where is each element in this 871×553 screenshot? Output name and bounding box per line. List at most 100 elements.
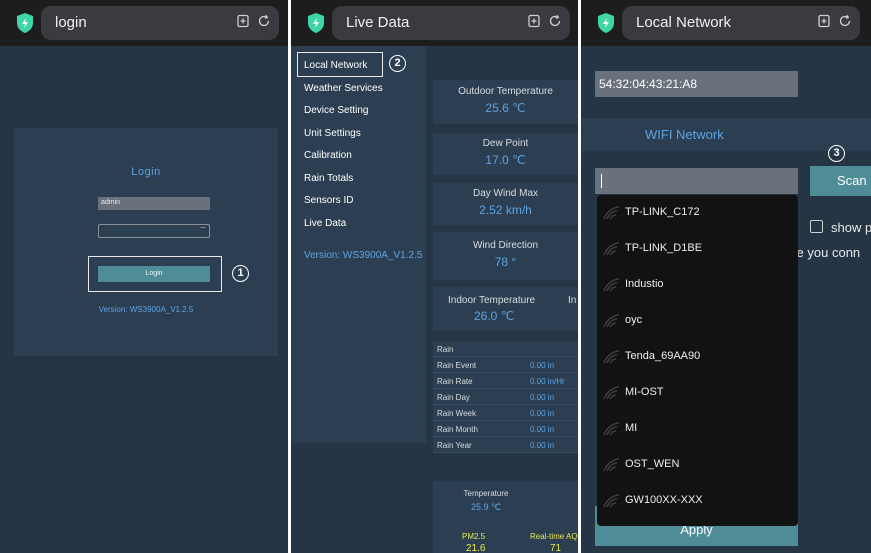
rain-year-label: Rain Year bbox=[437, 441, 472, 450]
network-option[interactable]: TP-LINK_C172 bbox=[597, 195, 798, 231]
login-heading: Login bbox=[131, 166, 161, 178]
sidebar-item-weather-services[interactable]: Weather Services bbox=[304, 83, 383, 94]
network-ssid: Tenda_69AA90 bbox=[625, 350, 701, 362]
day-wind-max-label: Day Wind Max bbox=[472, 188, 538, 199]
network-option[interactable]: GW100XX-XXX bbox=[597, 483, 798, 519]
wifi-signal-icon bbox=[603, 422, 620, 436]
wifi-signal-icon bbox=[603, 242, 620, 256]
wind-direction-card: Wind Direction 78 ° bbox=[433, 232, 578, 280]
version-label: Version: WS3900A_V1.2.5 bbox=[304, 250, 423, 261]
network-ssid: MI bbox=[625, 422, 638, 434]
shield-app-icon bbox=[308, 13, 324, 33]
rain-month-value: 0.00 in bbox=[530, 425, 555, 434]
temperature-label: Temperature bbox=[463, 489, 509, 498]
realtime-aq-label: Real-time AQ bbox=[530, 532, 578, 541]
sidebar-item-calibration[interactable]: Calibration bbox=[304, 150, 352, 161]
realtime-aq-value: 71 bbox=[550, 543, 562, 553]
wifi-section-header: WIFI Network bbox=[581, 118, 871, 151]
refresh-icon[interactable] bbox=[548, 14, 562, 33]
wifi-signal-icon bbox=[603, 278, 620, 292]
rain-event-value: 0.00 in bbox=[530, 361, 555, 370]
wifi-network-title: WIFI Network bbox=[645, 127, 724, 142]
network-ssid: Industio bbox=[625, 278, 664, 290]
network-ssid: TP-LINK_D1BE bbox=[625, 242, 703, 254]
network-option[interactable]: MI-OST bbox=[597, 375, 798, 411]
refresh-icon[interactable] bbox=[838, 14, 852, 33]
sidebar-item-live-data[interactable]: Live Data bbox=[304, 218, 346, 229]
sidebar-menu: Local Network Weather Services Device Se… bbox=[291, 46, 426, 443]
network-ssid: GW100XX-XXX bbox=[625, 494, 703, 506]
text-caret bbox=[601, 174, 602, 188]
bookmark-add-icon[interactable] bbox=[236, 14, 250, 33]
table-row: Rain Week 0.00 in bbox=[433, 405, 578, 421]
wifi-signal-icon bbox=[603, 386, 620, 400]
sidebar-item-sensors-id[interactable]: Sensors ID bbox=[304, 195, 353, 206]
wifi-signal-icon bbox=[603, 206, 620, 220]
table-row: Rain Month 0.00 in bbox=[433, 421, 578, 437]
wind-direction-value: 78 ° bbox=[494, 255, 517, 269]
network-ssid: MI-OST bbox=[625, 386, 664, 398]
address-bar[interactable]: login bbox=[41, 6, 279, 40]
mac-address-field: 54:32:04:43:21:A8 bbox=[595, 71, 798, 97]
temperature-value: 25.9 ℃ bbox=[470, 502, 502, 512]
rain-header-label: Rain bbox=[437, 345, 454, 354]
rain-week-value: 0.00 in bbox=[530, 409, 555, 418]
dew-point-card: Dew Point 17.0 ℃ bbox=[433, 133, 578, 175]
rain-rate-label: Rain Rate bbox=[437, 377, 473, 386]
sidebar-item-unit-settings[interactable]: Unit Settings bbox=[304, 128, 361, 139]
network-option[interactable]: TP-LINK_D1BE bbox=[597, 231, 798, 267]
dew-point-label: Dew Point bbox=[482, 138, 529, 149]
address-bar[interactable]: Live Data bbox=[332, 6, 570, 40]
network-option[interactable]: Industio bbox=[597, 267, 798, 303]
refresh-icon[interactable] bbox=[257, 14, 271, 33]
wifi-signal-icon bbox=[603, 494, 620, 508]
login-card: Login admin ⌣ Login 1 Version: WS3900A_V… bbox=[14, 128, 278, 356]
network-option[interactable]: MI bbox=[597, 411, 798, 447]
username-field[interactable]: admin bbox=[98, 197, 210, 210]
address-bar[interactable]: Local Network bbox=[622, 6, 860, 40]
login-button[interactable]: Login bbox=[98, 266, 210, 282]
step-badge: 3 bbox=[828, 145, 845, 162]
show-password-checkbox[interactable] bbox=[810, 220, 823, 233]
network-ssid: TP-LINK_C172 bbox=[625, 206, 700, 218]
indoor-temperature-card: Indoor Temperature In 26.0 ℃ bbox=[433, 287, 578, 331]
day-wind-max-card: Day Wind Max 2.52 km/h bbox=[433, 183, 578, 225]
network-option[interactable]: oyc bbox=[597, 303, 798, 339]
wifi-network-dropdown: TP-LINK_C172 TP-LINK_D1BE Industio oyc T… bbox=[597, 195, 798, 526]
dew-point-value: 17.0 ℃ bbox=[485, 153, 526, 167]
rain-event-label: Rain Event bbox=[437, 361, 477, 370]
bookmark-add-icon[interactable] bbox=[527, 14, 541, 33]
chevron-down-icon: ⌣ bbox=[200, 222, 206, 232]
page-title: Local Network bbox=[636, 14, 732, 31]
sidebar-item-rain-totals[interactable]: Rain Totals bbox=[304, 173, 353, 184]
page-title: Live Data bbox=[346, 14, 410, 31]
bookmark-add-icon[interactable] bbox=[817, 14, 831, 33]
shield-app-icon bbox=[598, 13, 614, 33]
network-option[interactable]: Tenda_69AA90 bbox=[597, 339, 798, 375]
air-quality-card: Temperature 25.9 ℃ PM2.5 21.6 Real-time … bbox=[433, 481, 578, 553]
password-field[interactable]: ⌣ bbox=[98, 222, 210, 238]
table-row: Rain Event 0.00 in bbox=[433, 357, 578, 373]
network-option[interactable]: OST_WEN bbox=[597, 447, 798, 483]
day-wind-max-value: 2.52 km/h bbox=[479, 203, 532, 217]
network-ssid: OST_WEN bbox=[625, 458, 680, 470]
sidebar-item-device-setting[interactable]: Device Setting bbox=[304, 105, 368, 116]
indoor-humidity-label-partial: In bbox=[568, 295, 577, 306]
wifi-signal-icon bbox=[603, 350, 620, 364]
pm25-value: 21.6 bbox=[466, 543, 486, 553]
network-ssid: oyc bbox=[625, 314, 643, 326]
ssid-input[interactable] bbox=[595, 168, 798, 194]
local-network-screen: Local Network 54:32:04:43:21:A8 WIFI Net… bbox=[581, 0, 871, 553]
rain-rate-value: 0.00 in/Hr bbox=[530, 377, 565, 386]
wifi-signal-icon bbox=[603, 458, 620, 472]
rain-day-value: 0.00 in bbox=[530, 393, 555, 402]
sidebar-item-local-network[interactable]: Local Network bbox=[304, 60, 367, 71]
rain-week-label: Rain Week bbox=[437, 409, 476, 418]
scan-button[interactable]: Scan bbox=[810, 166, 871, 196]
rain-table: Rain Rain Event 0.00 in Rain Rate 0.00 in/… bbox=[433, 341, 578, 453]
show-password-label: show p bbox=[831, 220, 871, 235]
table-row: Rain Rate 0.00 in/Hr bbox=[433, 373, 578, 389]
rain-year-value: 0.00 in bbox=[530, 441, 555, 450]
browser-bar: Local Network bbox=[581, 0, 871, 46]
page-title: login bbox=[55, 14, 87, 31]
